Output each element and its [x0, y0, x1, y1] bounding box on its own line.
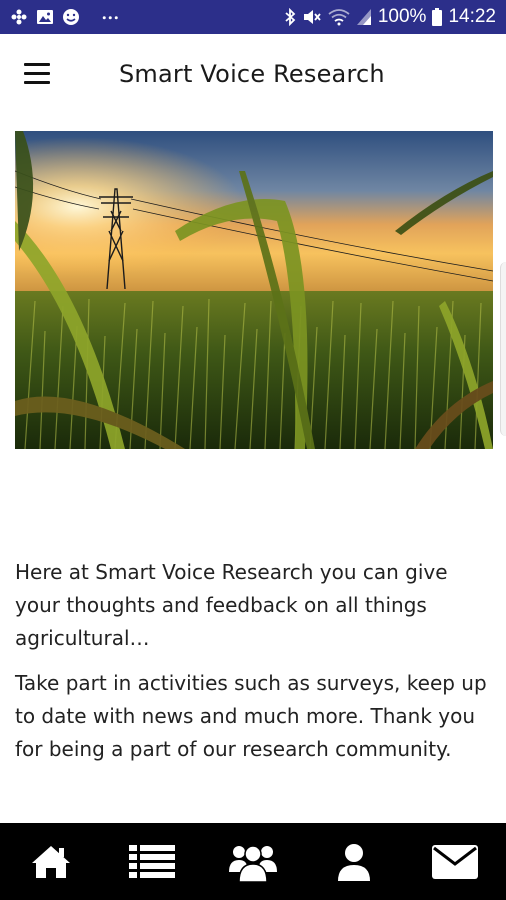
battery-percent: 100% [377, 6, 427, 27]
signal-icon [356, 9, 371, 25]
mute-icon [303, 10, 321, 24]
hamburger-menu-icon[interactable] [24, 60, 54, 86]
intro-paragraph-2: Take part in activities such as surveys,… [15, 671, 487, 761]
envelope-icon [432, 844, 479, 879]
nav-messages[interactable] [405, 823, 506, 900]
nav-profile[interactable] [304, 823, 405, 900]
more-dots-icon [102, 16, 118, 20]
nav-home[interactable] [0, 823, 101, 900]
field-sunset-image [15, 131, 493, 449]
clock: 14:22 [448, 6, 496, 27]
intro-paragraph-1: Here at Smart Voice Research you can giv… [15, 560, 448, 650]
bottom-nav [0, 823, 506, 900]
scroll-indicator[interactable] [500, 262, 506, 436]
system-icons: 100% 14:22 [284, 5, 496, 29]
pinwheel-icon [11, 9, 27, 25]
wifi-icon [328, 9, 350, 26]
battery-icon [432, 8, 443, 26]
page-title: Smart Voice Research [119, 60, 385, 88]
nav-community[interactable] [202, 823, 303, 900]
image-icon [37, 10, 53, 24]
bluetooth-icon [285, 8, 296, 26]
list-icon [128, 844, 175, 878]
home-icon [31, 845, 70, 878]
intro-text: Here at Smart Voice Research you can giv… [15, 556, 495, 778]
user-icon [338, 843, 371, 881]
smiley-icon [63, 9, 79, 25]
notification-icons [10, 7, 120, 27]
nav-list[interactable] [101, 823, 202, 900]
status-bar: 100% 14:22 [0, 0, 506, 34]
group-icon [229, 844, 277, 882]
app-header: Smart Voice Research [0, 34, 506, 116]
